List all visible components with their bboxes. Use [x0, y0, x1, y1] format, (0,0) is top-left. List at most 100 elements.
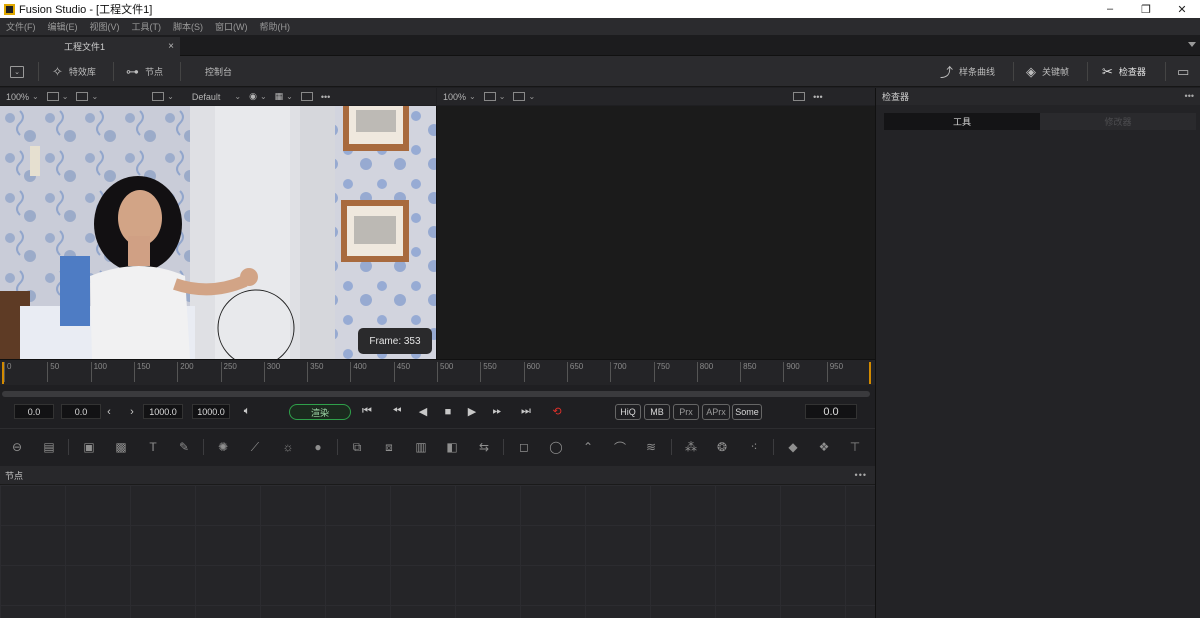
doc-tab-label: 工程文件1 [64, 42, 106, 52]
ellipse-mask-icon[interactable]: ◯ [547, 438, 565, 456]
merge-tool-icon[interactable]: ⧉ [348, 438, 366, 456]
right-viewer[interactable] [436, 106, 875, 359]
shape-3d-icon[interactable]: ◆ [784, 438, 802, 456]
roi-select[interactable]: ⌄ [76, 92, 98, 101]
transform-tool-icon[interactable]: ◧ [443, 438, 461, 456]
play-icon[interactable]: ▶ [465, 404, 479, 419]
close-button[interactable]: ✕ [1164, 0, 1200, 18]
resize-tool-icon[interactable]: ⇆ [475, 438, 493, 456]
play-reverse-icon[interactable]: ◀ [416, 404, 430, 419]
maximize-button[interactable]: ❐ [1128, 0, 1164, 18]
bspline-mask-icon[interactable]: ⌒ [611, 438, 629, 456]
doc-tab-close-icon[interactable]: × [168, 41, 174, 52]
polygon-mask-icon[interactable]: ⌃ [579, 438, 597, 456]
ruler-tick-label: 250 [220, 362, 237, 382]
fast-noise-tool-icon[interactable]: ▩ [112, 438, 130, 456]
global-start-field[interactable]: 0.0 [14, 404, 54, 419]
loop-icon[interactable]: ⟲ [547, 404, 567, 419]
console-button[interactable]: 控制台 [205, 56, 232, 87]
inspector-button[interactable]: ✂ 检查器 [1102, 56, 1146, 87]
right-fit-select[interactable]: ⌄ [483, 92, 505, 101]
minimize-button[interactable]: – [1092, 0, 1128, 18]
go-to-end-icon[interactable]: ⏭︎ [517, 404, 535, 419]
render-button[interactable]: 渲染 [289, 404, 351, 420]
step-back-icon[interactable]: ‹ [103, 404, 115, 419]
lut-select[interactable]: Default ⌄ [192, 92, 241, 102]
menu-file[interactable]: 文件(F) [6, 20, 36, 33]
aprx-toggle[interactable]: APrx [702, 404, 730, 420]
right-safe-area-button[interactable] [793, 92, 806, 101]
metadata-button[interactable]: ▭ [1177, 56, 1195, 87]
paint-brush-tool-icon[interactable]: ✎ [175, 438, 193, 456]
global-end-field[interactable]: 1000.0 [192, 404, 230, 419]
fit-select[interactable]: ⌄ [46, 92, 68, 101]
ruler-end-marker[interactable] [869, 362, 871, 384]
particle-render-icon[interactable]: ❂ [713, 438, 731, 456]
stop-icon[interactable]: ■ [441, 404, 455, 419]
blur-tool-icon[interactable]: ● [309, 438, 327, 456]
merge-3d-icon[interactable]: ❖ [815, 438, 833, 456]
right-viewer-more-button[interactable]: ••• [813, 92, 822, 102]
render-start-field[interactable]: 0.0 [61, 404, 101, 419]
menu-tools[interactable]: 工具(T) [132, 20, 162, 33]
renderer-3d-icon[interactable]: ⊤ [846, 438, 864, 456]
rewind-icon[interactable]: ⏪︎ [388, 404, 406, 419]
background-tool-icon[interactable]: ▣ [80, 438, 98, 456]
tab-tools[interactable]: 工具 [884, 113, 1040, 130]
some-toggle[interactable]: Some [732, 404, 762, 420]
timeline-scrollbar[interactable] [2, 391, 870, 397]
planar-tracker-icon[interactable]: ≋ [642, 438, 660, 456]
tools-cross-icon: ✂ [1102, 63, 1113, 79]
safe-area-button[interactable] [300, 92, 313, 101]
inspector-more-button[interactable]: ••• [1185, 91, 1194, 101]
particle-emitter-icon[interactable]: ⁂ [682, 438, 700, 456]
menu-edit[interactable]: 编辑(E) [48, 20, 78, 33]
chevron-down-icon: ⌄ [32, 92, 39, 101]
ruler-tick-label: 800 [696, 362, 713, 382]
node-editor-canvas[interactable] [0, 485, 875, 618]
tab-modifiers[interactable]: 修改器 [1040, 113, 1196, 130]
nodes-more-button[interactable]: ••• [855, 470, 867, 480]
grid-button[interactable]: ▦ ⌄ [275, 91, 293, 102]
mb-toggle[interactable]: MB [644, 404, 670, 420]
hiq-toggle[interactable]: HiQ [615, 404, 641, 420]
render-end-field[interactable]: 1000.0 [143, 404, 183, 419]
window-titlebar: Fusion Studio - [工程文件1] – ❐ ✕ [0, 0, 1200, 18]
channel-booleans-tool-icon[interactable]: ⧈ [380, 438, 398, 456]
audio-speaker-icon[interactable]: 🔈︎ [238, 404, 256, 419]
nodes-button[interactable]: ⊶ 节点 [126, 56, 163, 87]
color-corrector-tool-icon[interactable]: ✺ [214, 438, 232, 456]
menu-help[interactable]: 帮助(H) [260, 20, 291, 33]
right-zoom-select[interactable]: 100% ⌄ [443, 92, 476, 102]
left-viewer[interactable]: Frame: 353 [0, 106, 436, 359]
right-roi-select[interactable]: ⌄ [513, 92, 535, 101]
spline-button[interactable]: ⤴ 样条曲线 [940, 56, 995, 87]
left-zoom-select[interactable]: 100% ⌄ [6, 92, 39, 102]
tab-overflow-chevron-icon[interactable] [1188, 42, 1196, 47]
color-curves-tool-icon[interactable]: ⟋ [246, 438, 264, 456]
loader-tool-icon[interactable]: ⊖ [8, 438, 26, 456]
go-to-start-icon[interactable]: ⏮︎ [358, 404, 376, 419]
menu-view[interactable]: 视图(V) [90, 20, 120, 33]
step-forward-icon[interactable]: › [126, 404, 138, 419]
saver-tool-icon[interactable]: ▤ [40, 438, 58, 456]
menu-window[interactable]: 窗口(W) [215, 20, 248, 33]
channel-select[interactable]: ⌄ [152, 92, 174, 101]
prx-toggle[interactable]: Prx [673, 404, 699, 420]
brightness-contrast-tool-icon[interactable]: ☼ [279, 438, 297, 456]
rectangle-mask-icon[interactable]: ◻ [515, 438, 533, 456]
current-time-field[interactable]: 0.0 [805, 404, 857, 419]
view-toggle-button[interactable]: ⌄ [10, 56, 24, 87]
particle-merge-icon[interactable]: ⁖ [745, 438, 763, 456]
effects-library-button[interactable]: ✧ 特效库 [52, 56, 96, 87]
color-picker-button[interactable]: ◉ ⌄ [249, 91, 267, 102]
doc-tab-project1[interactable]: 工程文件1 × [0, 37, 180, 56]
text-tool-icon[interactable]: T [144, 438, 162, 456]
time-ruler[interactable]: 0 50 100 150 200 250 300 350 400 450 500 550 600 650 7… [0, 359, 875, 385]
toolbar-divider [113, 62, 114, 81]
fast-forward-icon[interactable]: ⏩︎ [488, 404, 506, 419]
matte-control-tool-icon[interactable]: ▥ [412, 438, 430, 456]
keyframes-button[interactable]: ◈ 关键帧 [1026, 56, 1069, 87]
left-viewer-more-button[interactable]: ••• [321, 92, 330, 102]
menu-script[interactable]: 脚本(S) [173, 20, 203, 33]
